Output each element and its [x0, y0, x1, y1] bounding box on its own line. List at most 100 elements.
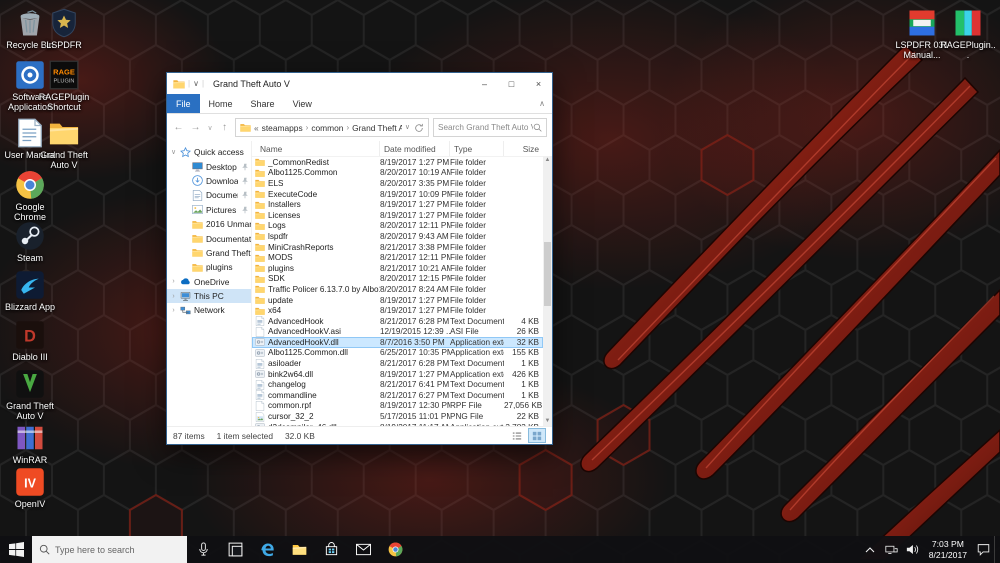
file-row-executecode[interactable]: ExecuteCode8/19/2017 10:09 PMFile folder [252, 189, 543, 200]
show-desktop-button[interactable] [994, 536, 1000, 563]
start-button[interactable] [0, 536, 32, 563]
task-view-button[interactable] [219, 536, 251, 563]
scrollbar-thumb[interactable] [544, 242, 551, 306]
sidebar-item-network[interactable]: ›Network [167, 303, 251, 317]
minimize-button[interactable]: – [471, 73, 498, 94]
desktop-icon-rageplugin-shortcut[interactable]: RAGEPLUGINRAGEPlugin Shortcut [36, 60, 92, 113]
cortana-mic-button[interactable] [187, 536, 219, 563]
tab-view[interactable]: View [284, 94, 321, 113]
file-row-common-rpf[interactable]: common.rpf8/19/2017 12:30 PMRPF File27,0… [252, 401, 543, 412]
breadcrumb-item-grand-theft-auto-v[interactable]: Grand Theft Auto V [352, 123, 402, 133]
file-row-logs[interactable]: Logs8/20/2017 12:11 PMFile folder [252, 221, 543, 232]
column-header-date-modified[interactable]: Date modified [380, 141, 450, 156]
scroll-up-icon[interactable]: ▲ [543, 156, 552, 165]
desktop-icon-blizzard-app[interactable]: Blizzard App [2, 270, 58, 312]
file-row-lspdfr[interactable]: lspdfr8/20/2017 9:43 AMFile folder [252, 231, 543, 242]
breadcrumb-item-steamapps[interactable]: steamapps [262, 123, 303, 133]
taskbar-chrome-button[interactable] [379, 536, 411, 563]
desktop-icon-steam[interactable]: Steam [2, 221, 58, 263]
file-row-advancedhookv-asi[interactable]: AdvancedHookV.asi12/19/2015 12:39 ...ASI… [252, 327, 543, 338]
sidebar-item-documents[interactable]: Documents [167, 188, 251, 202]
sidebar-item-downloads[interactable]: Downloads [167, 174, 251, 188]
back-icon[interactable]: ← [172, 122, 185, 133]
file-row-d3dcompiler-46-dll[interactable]: d3dcompiler_46.dll8/19/2017 11:17 AMAppl… [252, 422, 543, 426]
large-icons-view-button[interactable] [528, 428, 546, 443]
file-row-changelog[interactable]: changelog8/21/2017 6:41 PMText Document1… [252, 379, 543, 390]
tab-home[interactable]: Home [200, 94, 242, 113]
column-header-name[interactable]: Name [252, 141, 380, 156]
tray-overflow-button[interactable] [860, 536, 881, 563]
taskbar-file-explorer-button[interactable] [283, 536, 315, 563]
sidebar-item-grand-theft-auto-v[interactable]: Grand Theft Auto V [167, 246, 251, 260]
file-row-commandline[interactable]: commandline8/21/2017 6:27 PMText Documen… [252, 390, 543, 401]
sidebar-item-2016-unmarked-doc[interactable]: 2016 Unmarked Doc... [167, 217, 251, 231]
file-row-asiloader[interactable]: asiloader8/21/2017 6:28 PMText Document1… [252, 358, 543, 369]
volume-tray-button[interactable] [902, 536, 923, 563]
taskbar-store-button[interactable] [315, 536, 347, 563]
file-row-els[interactable]: ELS8/20/2017 3:35 PMFile folder [252, 178, 543, 189]
file-row-mods[interactable]: MODS8/21/2017 12:11 PMFile folder [252, 252, 543, 263]
file-row-update[interactable]: update8/19/2017 1:27 PMFile folder [252, 295, 543, 306]
tab-share[interactable]: Share [242, 94, 284, 113]
chevron-right-icon[interactable]: › [170, 307, 177, 314]
quick-access-toolbar-chevron-icon[interactable]: ∨ [193, 79, 199, 88]
file-row-bink2w64-dll[interactable]: bink2w64.dll8/19/2017 1:27 PMApplication… [252, 369, 543, 380]
file-row-albo1125-common-dll[interactable]: Albo1125.Common.dll6/25/2017 10:35 PMApp… [252, 348, 543, 359]
file-row-cursor-32-2[interactable]: cursor_32_25/17/2015 11:01 PMPNG File22 … [252, 411, 543, 422]
chevron-right-icon[interactable]: › [170, 278, 177, 285]
up-icon[interactable]: ↑ [218, 122, 231, 133]
chevron-right-icon[interactable]: › [170, 293, 177, 300]
desktop-icon-google-chrome[interactable]: Google Chrome [2, 170, 58, 223]
breadcrumb-item-common[interactable]: common [311, 123, 343, 133]
network-tray-button[interactable] [881, 536, 902, 563]
taskbar-edge-button[interactable] [251, 536, 283, 563]
recent-locations-chevron-icon[interactable]: ∨ [206, 124, 214, 132]
breadcrumb-overflow-icon[interactable]: « [254, 123, 259, 133]
file-row-albo1125-common[interactable]: Albo1125.Common8/20/2017 10:19 AMFile fo… [252, 168, 543, 179]
desktop-icon-rageplugin[interactable]: RAGEPlugin... [940, 8, 996, 61]
taskbar-mail-button[interactable] [347, 536, 379, 563]
sidebar-item-this-pc[interactable]: ›This PC [167, 289, 251, 303]
file-row-plugins[interactable]: plugins8/21/2017 10:21 AMFile folder [252, 263, 543, 274]
column-header-type[interactable]: Type [450, 141, 504, 156]
file-row-minicrashreports[interactable]: MiniCrashReports8/21/2017 3:38 PMFile fo… [252, 242, 543, 253]
refresh-icon[interactable] [414, 123, 424, 133]
sidebar-item-onedrive[interactable]: ›OneDrive [167, 275, 251, 289]
file-row-licenses[interactable]: Licenses8/19/2017 1:27 PMFile folder [252, 210, 543, 221]
taskbar-clock[interactable]: 7:03 PM 8/21/2017 [923, 539, 973, 560]
sidebar-item-plugins[interactable]: plugins [167, 260, 251, 274]
taskbar-search-input[interactable]: Type here to search [32, 536, 187, 563]
sidebar-item-quick-access[interactable]: ∨Quick access [167, 145, 251, 159]
sidebar-item-pictures[interactable]: Pictures [167, 203, 251, 217]
file-row-traffic-policer-6-13-7-0-by-albo1125-min[interactable]: Traffic Policer 6.13.7.0 by Albo1125 - M… [252, 284, 543, 295]
file-row-advancedhookv-dll[interactable]: AdvancedHookV.dll8/7/2016 3:50 PMApplica… [252, 337, 543, 348]
desktop-icon-openiv[interactable]: IVOpenIV [2, 467, 58, 509]
desktop-icon-lspdfr[interactable]: LSPDFR [36, 8, 92, 50]
chevron-down-icon[interactable]: ∨ [170, 148, 177, 156]
title-bar[interactable]: | ∨ | Grand Theft Auto V – □ × [167, 73, 552, 94]
file-row-advancedhook[interactable]: AdvancedHook8/21/2017 6:28 PMText Docume… [252, 316, 543, 327]
close-button[interactable]: × [525, 73, 552, 94]
desktop-icon-diablo-iii[interactable]: DDiablo III [2, 320, 58, 362]
action-center-button[interactable] [973, 536, 994, 563]
sidebar-item-desktop[interactable]: Desktop [167, 159, 251, 173]
address-box[interactable]: « steamapps›common›Grand Theft Auto V ∨ [235, 118, 429, 137]
maximize-button[interactable]: □ [498, 73, 525, 94]
file-row-commonredist[interactable]: _CommonRedist8/19/2017 1:27 PMFile folde… [252, 157, 543, 168]
file-row-installers[interactable]: Installers8/19/2017 1:27 PMFile folder [252, 199, 543, 210]
desktop-icon-winrar[interactable]: WinRAR [2, 423, 58, 465]
sidebar-item-documentation-and[interactable]: Documentation and... [167, 231, 251, 245]
details-view-button[interactable] [508, 428, 526, 443]
address-dropdown-chevron-icon[interactable]: ∨ [405, 123, 410, 133]
vertical-scrollbar[interactable]: ▲ ▼ [543, 156, 552, 426]
desktop-icon-grand-theft-auto-v[interactable]: Grand Theft Auto V [2, 369, 58, 422]
forward-icon[interactable]: → [189, 122, 202, 133]
file-row-x64[interactable]: x648/19/2017 1:27 PMFile folder [252, 305, 543, 316]
search-input[interactable]: Search Grand Theft Auto V [433, 118, 547, 137]
file-row-sdk[interactable]: SDK8/20/2017 12:15 PMFile folder [252, 274, 543, 285]
ribbon-expand-icon[interactable]: ∧ [539, 99, 545, 108]
desktop-icon-grand-theft-auto-v[interactable]: Grand Theft Auto V [36, 118, 92, 171]
tab-file[interactable]: File [167, 94, 200, 113]
column-header-size[interactable]: Size [504, 141, 543, 156]
scroll-down-icon[interactable]: ▼ [543, 417, 552, 426]
